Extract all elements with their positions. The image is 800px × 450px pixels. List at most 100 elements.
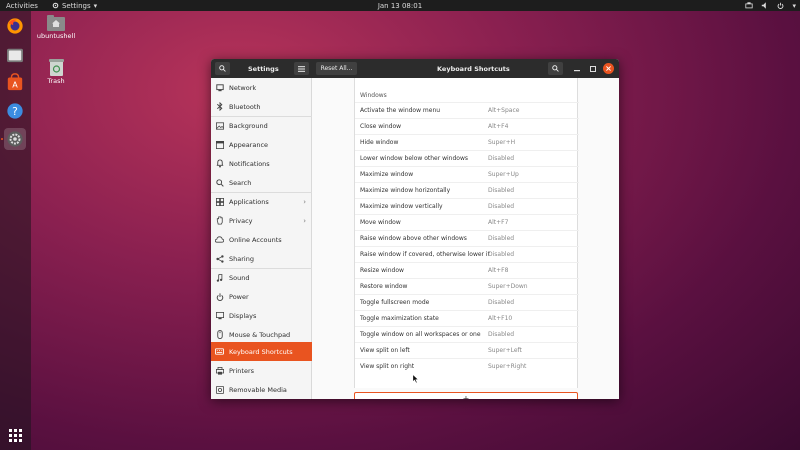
sidebar-item-bluetooth[interactable]: Bluetooth — [211, 97, 312, 116]
search-icon — [215, 178, 224, 187]
shortcut-accel: Disabled — [488, 155, 515, 162]
main-menu-button[interactable] — [294, 62, 309, 75]
shortcut-row[interactable]: Maximize window horizontally Disabled — [355, 182, 579, 198]
reset-all-button[interactable]: Reset All... — [316, 62, 357, 75]
shortcut-accel: Super+H — [488, 139, 516, 146]
sidebar-item-label: Privacy — [229, 216, 253, 225]
shortcut-name: Hide window — [360, 139, 399, 146]
sidebar-item-label: Sharing — [229, 254, 254, 263]
app-menu[interactable]: Settings ▾ — [52, 2, 97, 10]
dock-help[interactable]: ? — [4, 100, 26, 122]
shortcut-accel: Super+Left — [488, 347, 522, 354]
sidebar-item-applications[interactable]: Applications › — [211, 192, 312, 211]
chevron-down-icon: ▾ — [93, 1, 98, 10]
background-icon — [215, 121, 224, 130]
sidebar-item-removable-media[interactable]: Removable Media — [211, 380, 312, 399]
sidebar-item-power[interactable]: Power — [211, 287, 312, 306]
mouse-pointer-icon — [412, 374, 420, 384]
dock-files[interactable] — [4, 44, 26, 66]
shortcut-accel: Disabled — [488, 251, 515, 258]
shortcut-row[interactable]: View split on left Super+Left — [355, 342, 579, 358]
activities-button[interactable]: Activities — [6, 2, 38, 10]
cloud-icon — [215, 235, 224, 244]
sidebar-item-search[interactable]: Search — [211, 173, 312, 192]
power-icon — [215, 292, 224, 301]
shortcut-row[interactable]: Close window Alt+F4 — [355, 118, 579, 134]
sidebar-item-printers[interactable]: Printers — [211, 361, 312, 380]
shortcut-search-button[interactable] — [548, 62, 563, 75]
sidebar-item-privacy[interactable]: Privacy › — [211, 211, 312, 230]
shortcuts-list: Windows Activate the window menu Alt+Spac… — [354, 78, 579, 388]
chevron-right-icon: › — [303, 197, 306, 206]
sidebar-item-sharing[interactable]: Sharing — [211, 249, 312, 268]
dock-settings[interactable] — [4, 128, 26, 150]
chevron-right-icon: › — [303, 216, 306, 225]
sidebar-item-background[interactable]: Background — [211, 116, 312, 135]
shortcut-row[interactable]: View split on right Super+Right — [355, 358, 579, 374]
system-tray[interactable]: ▾ — [745, 2, 796, 10]
sidebar-item-notifications[interactable]: Notifications — [211, 154, 312, 173]
shortcut-row[interactable]: Maximize window vertically Disabled — [355, 198, 579, 214]
shortcut-row[interactable]: Hide window Super+H — [355, 134, 579, 150]
bell-icon — [215, 159, 224, 168]
sidebar-item-appearance[interactable]: Appearance — [211, 135, 312, 154]
sidebar-title: Settings — [248, 64, 279, 73]
shortcut-row[interactable]: Raise window if covered, otherwise lower… — [355, 246, 579, 262]
add-custom-shortcut-button[interactable]: + — [354, 392, 578, 399]
show-applications-button[interactable] — [4, 424, 26, 446]
shortcut-accel: Super+Right — [488, 363, 527, 370]
close-button[interactable] — [603, 63, 614, 74]
settings-window: Settings Reset All... Keyboard Shortcuts… — [211, 59, 619, 399]
shortcut-name: View split on left — [360, 347, 410, 354]
shortcut-name: Maximize window — [360, 171, 414, 178]
desktop-trash[interactable]: Trash — [34, 58, 78, 85]
sidebar-item-sound[interactable]: Sound — [211, 268, 312, 287]
shortcut-name: Raise window above other windows — [360, 235, 467, 242]
hamburger-icon — [298, 65, 305, 72]
shortcut-name: Toggle maximization state — [360, 315, 439, 322]
shortcut-row[interactable]: Lower window below other windows Disabled — [355, 150, 579, 166]
sidebar-search-button[interactable] — [215, 62, 230, 75]
header-bar: Settings Reset All... Keyboard Shortcuts — [211, 59, 619, 78]
desktop-home-folder[interactable]: ubuntushell — [34, 15, 78, 40]
app-menu-label: Settings — [61, 1, 91, 10]
shortcut-row[interactable]: Resize window Alt+F8 — [355, 262, 579, 278]
shortcut-row[interactable]: Toggle fullscreen mode Disabled — [355, 294, 579, 310]
shortcut-accel: Alt+F8 — [488, 267, 509, 274]
minimize-button[interactable] — [571, 63, 582, 74]
desktop-trash-label: Trash — [47, 77, 65, 85]
help-icon: ? — [7, 103, 23, 119]
shortcut-row[interactable]: Move window Alt+F7 — [355, 214, 579, 230]
display-icon — [215, 311, 224, 320]
shortcut-accel: Alt+Space — [488, 107, 520, 114]
sidebar-item-label: Network — [229, 83, 257, 92]
sidebar-item-label: Online Accounts — [229, 235, 282, 244]
dock-firefox[interactable] — [4, 15, 26, 37]
sidebar-item-displays[interactable]: Displays — [211, 306, 312, 325]
shortcut-row[interactable]: Toggle window on all workspaces or one Di… — [355, 326, 579, 342]
shortcut-name: View split on right — [360, 363, 415, 370]
sidebar-item-online-accounts[interactable]: Online Accounts — [211, 230, 312, 249]
shortcut-row[interactable]: Toggle maximization state Alt+F10 — [355, 310, 579, 326]
sidebar-item-keyboard-shortcuts[interactable]: Keyboard Shortcuts — [211, 342, 312, 361]
maximize-button[interactable] — [587, 63, 598, 74]
appearance-icon — [215, 140, 224, 149]
shortcut-name: Maximize window horizontally — [360, 187, 451, 194]
top-bar: Activities Settings ▾ Jan 13 08:01 ▾ — [0, 0, 800, 11]
shortcut-row[interactable]: Maximize window Super+Up — [355, 166, 579, 182]
shortcut-row[interactable]: Restore window Super+Down — [355, 278, 579, 294]
shortcut-row[interactable]: Raise window above other windows Disabled — [355, 230, 579, 246]
running-indicator — [1, 138, 3, 140]
dock-software[interactable]: A — [4, 71, 26, 93]
sidebar-item-label: Appearance — [229, 140, 269, 149]
shortcut-accel: Disabled — [488, 187, 515, 194]
sidebar-item-network[interactable]: Network — [211, 78, 312, 97]
clock[interactable]: Jan 13 08:01 — [370, 2, 430, 10]
shortcut-row[interactable]: Activate the window menu Alt+Space — [355, 102, 579, 118]
shortcut-name: Raise window if covered, otherwise lower… — [360, 251, 490, 258]
music-note-icon — [215, 273, 224, 282]
shortcut-accel: Disabled — [488, 235, 515, 242]
media-icon — [215, 385, 224, 394]
shortcut-name: Lower window below other windows — [360, 155, 468, 162]
search-icon — [552, 65, 559, 72]
